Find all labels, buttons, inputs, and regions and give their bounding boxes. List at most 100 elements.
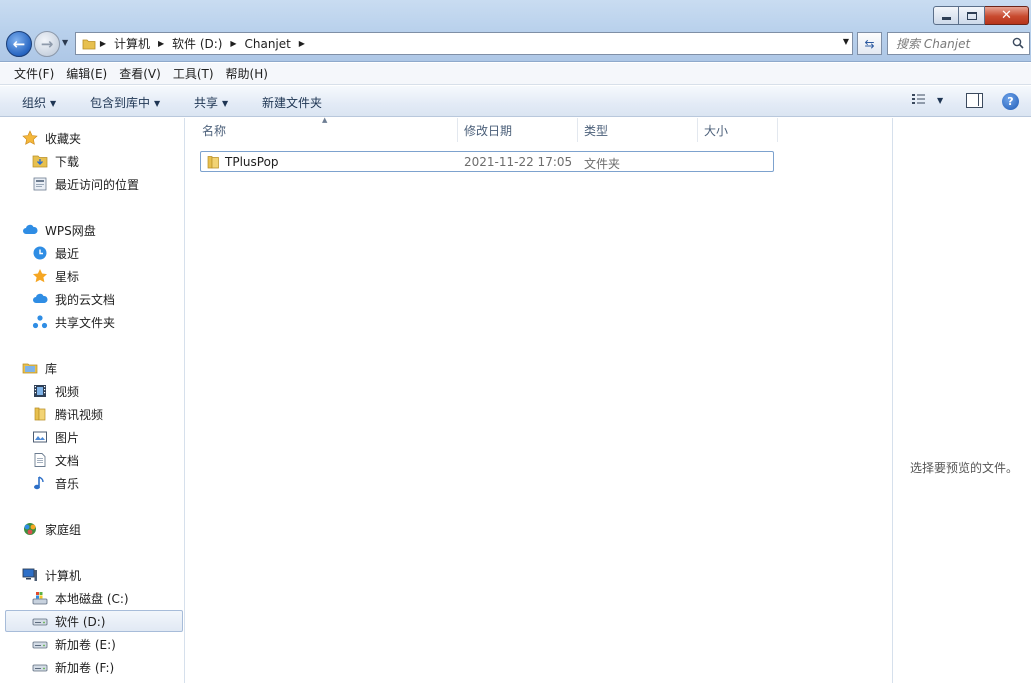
star-icon: [22, 130, 38, 146]
nav-item-label: 图片: [55, 430, 80, 445]
arrow-right-icon: →: [40, 35, 54, 53]
music-note-icon: [32, 475, 48, 491]
nav-item-label: 音乐: [55, 476, 80, 491]
organize-button[interactable]: 组织 ▼: [22, 94, 56, 111]
nav-item-starred[interactable]: 星标: [32, 266, 79, 286]
nav-group-wps[interactable]: WPS网盘: [22, 220, 96, 240]
search-icon[interactable]: [1012, 37, 1024, 49]
search-box[interactable]: [887, 32, 1030, 55]
nav-item-drive-d[interactable]: 软件 (D:): [32, 611, 105, 631]
homegroup-icon: [22, 521, 38, 537]
nav-item-pictures[interactable]: 图片: [32, 427, 79, 447]
nav-item-label: 下载: [55, 154, 80, 169]
include-in-library-label: 包含到库中: [90, 96, 151, 110]
menu-view[interactable]: 查看(V): [113, 65, 167, 82]
nav-item-drive-e[interactable]: 新加卷 (E:): [32, 634, 116, 654]
nav-item-my-cloud-docs[interactable]: 我的云文档: [32, 289, 115, 309]
drive-icon: [32, 613, 48, 629]
column-header-name[interactable]: 名称 ▲: [186, 116, 458, 142]
share-label: 共享: [194, 96, 219, 110]
star-icon: [32, 268, 48, 284]
table-row[interactable]: TPlusPop 2021-11-22 17:05 文件夹: [200, 151, 774, 172]
computer-icon: [22, 567, 38, 583]
breadcrumb-computer[interactable]: 计算机: [110, 35, 154, 52]
nav-item-label: 最近访问的位置: [55, 177, 140, 192]
chevron-down-icon: ▼: [50, 99, 57, 108]
nav-item-recent[interactable]: 最近: [32, 243, 79, 263]
maximize-button[interactable]: [959, 6, 985, 25]
close-button[interactable]: ✕: [985, 6, 1029, 25]
include-in-library-button[interactable]: 包含到库中 ▼: [90, 94, 160, 111]
nav-group-label: 计算机: [45, 568, 82, 583]
nav-item-label: 星标: [55, 269, 80, 284]
recent-places-icon: [32, 176, 48, 192]
minimize-icon: [941, 17, 951, 20]
arrow-left-icon: ←: [12, 35, 26, 53]
library-icon: [22, 360, 38, 376]
nav-item-recent-places[interactable]: 最近访问的位置: [32, 174, 139, 194]
nav-item-documents[interactable]: 文档: [32, 450, 79, 470]
film-icon: [32, 383, 48, 399]
recent-pages-dropdown[interactable]: ▼: [62, 38, 72, 50]
share-button[interactable]: 共享 ▼: [194, 94, 228, 111]
view-details-icon: [912, 94, 925, 104]
menu-help[interactable]: 帮助(H): [220, 65, 274, 82]
address-history-dropdown[interactable]: ▼: [843, 37, 849, 46]
nav-item-label: 我的云文档: [55, 292, 116, 307]
nav-item-tencent-video[interactable]: 腾讯视频: [32, 404, 103, 424]
nav-item-shared-folder[interactable]: 共享文件夹: [32, 312, 115, 332]
nav-item-drive-c[interactable]: 本地磁盘 (C:): [32, 588, 129, 608]
nav-group-computer[interactable]: 计算机: [22, 565, 81, 585]
search-input[interactable]: [888, 36, 1008, 51]
nav-group-homegroup[interactable]: 家庭组: [22, 519, 81, 539]
preview-pane: 选择要预览的文件。: [892, 118, 1031, 683]
column-header-size[interactable]: 大小: [698, 118, 778, 142]
address-bar[interactable]: ▶ 计算机 ▶ 软件 (D:) ▶ Chanjet ▶ ▼: [75, 32, 853, 55]
close-icon: ✕: [1001, 8, 1012, 23]
column-header-label: 名称: [202, 123, 227, 138]
nav-group-favorites[interactable]: 收藏夹: [22, 128, 81, 148]
minimize-button[interactable]: [933, 6, 959, 25]
nav-item-label: 共享文件夹: [55, 315, 116, 330]
forward-button[interactable]: →: [34, 31, 60, 57]
cloud-icon: [32, 291, 48, 307]
column-header-date[interactable]: 修改日期: [458, 118, 578, 142]
menu-bar: 文件(F) 编辑(E) 查看(V) 工具(T) 帮助(H): [0, 63, 1031, 85]
nav-group-label: 收藏夹: [45, 131, 82, 146]
navigation-pane: 收藏夹 下载 最近访问的位置 WPS网盘 最近 星标 我的云文档 共享文件夹 库…: [0, 118, 185, 683]
breadcrumb-separator-icon[interactable]: ▶: [295, 39, 309, 48]
chevron-down-icon: ▼: [62, 38, 69, 47]
nav-item-label: 文档: [55, 453, 80, 468]
nav-item-music[interactable]: 音乐: [32, 473, 79, 493]
breadcrumb-chanjet[interactable]: Chanjet: [240, 37, 294, 51]
back-button[interactable]: ←: [6, 31, 32, 57]
preview-pane-toggle[interactable]: [966, 93, 983, 108]
nav-item-videos[interactable]: 视频: [32, 381, 79, 401]
nav-item-label: 腾讯视频: [55, 407, 104, 422]
new-folder-button[interactable]: 新建文件夹: [262, 94, 322, 111]
breadcrumb-separator-icon[interactable]: ▶: [96, 39, 110, 48]
breadcrumb-drive-d[interactable]: 软件 (D:): [168, 35, 226, 52]
refresh-icon: ⇆: [864, 36, 875, 51]
column-header-type[interactable]: 类型: [578, 118, 698, 142]
command-bar: 组织 ▼ 包含到库中 ▼ 共享 ▼ 新建文件夹 ▼ ?: [0, 86, 1031, 117]
folder-icon: [207, 156, 219, 169]
breadcrumb-separator-icon[interactable]: ▶: [154, 39, 168, 48]
help-button[interactable]: ?: [1002, 93, 1019, 110]
nav-group-libraries[interactable]: 库: [22, 358, 57, 378]
chevron-down-icon: ▼: [842, 37, 849, 46]
breadcrumb-separator-icon[interactable]: ▶: [226, 39, 240, 48]
nav-group-label: 库: [45, 361, 58, 376]
nav-item-label: 本地磁盘 (C:): [55, 591, 129, 606]
folder-icon: [82, 39, 96, 49]
change-view-button[interactable]: ▼: [911, 93, 943, 107]
menu-file[interactable]: 文件(F): [8, 65, 60, 82]
nav-item-drive-f[interactable]: 新加卷 (F:): [32, 657, 114, 677]
refresh-button[interactable]: ⇆: [857, 32, 882, 55]
menu-tools[interactable]: 工具(T): [167, 65, 220, 82]
menu-edit[interactable]: 编辑(E): [60, 65, 113, 82]
clock-icon: [32, 245, 48, 261]
nav-item-downloads[interactable]: 下载: [32, 151, 79, 171]
window-controls: ✕: [933, 6, 1029, 25]
document-icon: [32, 452, 48, 468]
